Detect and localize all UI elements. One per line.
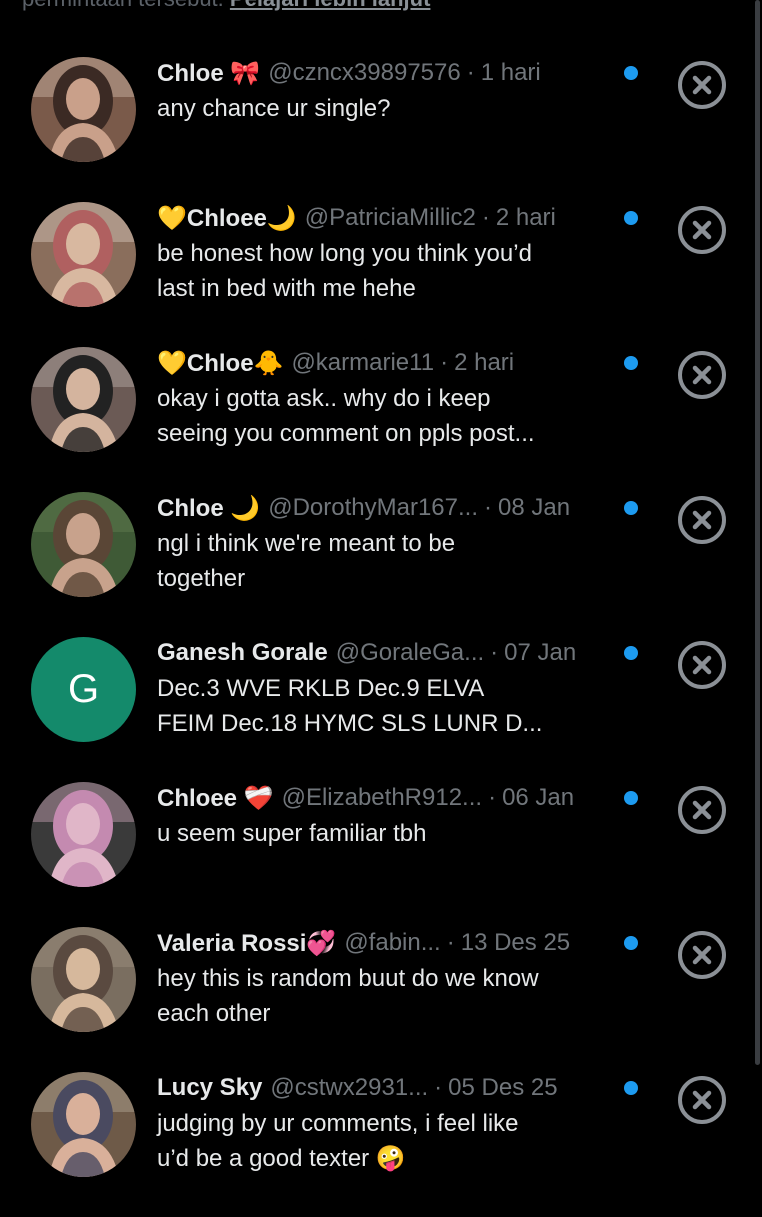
message-request-row[interactable]: Chloe 🎀 @czncx39897576 · 1 hari any chance u… xyxy=(0,57,762,202)
sender-name[interactable]: Valeria Rossi💞 xyxy=(157,929,336,958)
sender-handle: @fabin... xyxy=(344,929,441,956)
profile-photo-icon xyxy=(31,57,136,162)
timestamp: 06 Jan xyxy=(502,784,575,811)
scrollbar[interactable] xyxy=(755,0,760,1065)
avatar[interactable] xyxy=(31,347,136,452)
request-header: Chloe 🎀 @czncx39897576 · 1 hari xyxy=(157,57,617,89)
unread-dot-icon xyxy=(624,1081,638,1095)
sender-name[interactable]: Chloee ❤️‍🩹 xyxy=(157,784,274,813)
sender-name[interactable]: Chloe 🎀 xyxy=(157,59,260,88)
avatar[interactable] xyxy=(31,57,136,162)
avatar[interactable] xyxy=(31,202,136,307)
separator-dot: · xyxy=(481,204,490,231)
dismiss-request-button[interactable] xyxy=(676,929,728,981)
unread-dot-icon xyxy=(624,646,638,660)
separator-dot: · xyxy=(440,349,449,376)
sender-handle: @cstwx2931... xyxy=(270,1074,429,1101)
sender-name[interactable]: 💛Chloee🌙 xyxy=(157,204,297,233)
sender-handle: @karmarie11 xyxy=(291,349,435,376)
message-request-row[interactable]: 💛Chloee🌙 @PatriciaMillic2 · 2 hari be honest… xyxy=(0,202,762,347)
timestamp: 2 hari xyxy=(495,204,556,231)
close-circle-icon xyxy=(678,206,726,254)
separator-dot: · xyxy=(466,59,475,86)
message-request-row[interactable]: 💛Chloe🐥 @karmarie11 · 2 hari okay i gotta as… xyxy=(0,347,762,492)
profile-photo-icon xyxy=(31,347,136,452)
separator-dot: · xyxy=(490,639,499,666)
separator-dot: · xyxy=(446,929,455,956)
message-request-row[interactable]: Chloee ❤️‍🩹 @ElizabethR912... · 06 Jan u see… xyxy=(0,782,762,927)
avatar[interactable] xyxy=(31,492,136,597)
profile-photo-icon xyxy=(31,1072,136,1177)
message-request-row[interactable]: Lucy Sky @cstwx2931... · 05 Des 25 judging b… xyxy=(0,1072,762,1217)
dismiss-request-button[interactable] xyxy=(676,59,728,111)
dismiss-request-button[interactable] xyxy=(676,204,728,256)
request-header: Chloee ❤️‍🩹 @ElizabethR912... · 06 Jan xyxy=(157,782,617,814)
separator-dot: · xyxy=(488,784,497,811)
dismiss-request-button[interactable] xyxy=(676,639,728,691)
close-circle-icon xyxy=(678,1076,726,1124)
request-header: Valeria Rossi💞 @fabin... · 13 Des 25 xyxy=(157,927,617,959)
profile-photo-icon xyxy=(31,782,136,887)
message-preview: any chance ur single? xyxy=(157,95,391,122)
request-header: Chloe 🌙 @DorothyMar167... · 08 Jan xyxy=(157,492,617,524)
close-circle-icon xyxy=(678,496,726,544)
request-header: 💛Chloe🐥 @karmarie11 · 2 hari xyxy=(157,347,617,379)
message-request-row[interactable]: G Ganesh Gorale @GoraleGa... · 07 Jan Dec.3 W… xyxy=(0,637,762,782)
sender-name[interactable]: Lucy Sky xyxy=(157,1074,262,1102)
unread-dot-icon xyxy=(624,66,638,80)
sender-handle: @ElizabethR912... xyxy=(281,784,483,811)
timestamp: 08 Jan xyxy=(498,494,571,521)
close-circle-icon xyxy=(678,931,726,979)
timestamp: 1 hari xyxy=(480,59,541,86)
avatar[interactable]: G xyxy=(31,637,136,742)
close-circle-icon xyxy=(678,786,726,834)
message-request-row[interactable]: Valeria Rossi💞 @fabin... · 13 Des 25 hey thi… xyxy=(0,927,762,1072)
sender-handle: @GoraleGa... xyxy=(335,639,485,666)
close-circle-icon xyxy=(678,351,726,399)
sender-handle: @DorothyMar167... xyxy=(268,494,478,521)
timestamp: 2 hari xyxy=(454,349,515,376)
message-preview: u seem super familiar tbh xyxy=(157,820,427,847)
request-header: Ganesh Gorale @GoraleGa... · 07 Jan xyxy=(157,637,617,669)
message-preview: Dec.3 WVE RKLB Dec.9 ELVA FEIM Dec.18 HY… xyxy=(157,675,543,737)
timestamp: 05 Des 25 xyxy=(448,1074,558,1101)
unread-dot-icon xyxy=(624,211,638,225)
sender-handle: @PatriciaMillic2 xyxy=(304,204,476,231)
profile-photo-icon xyxy=(31,202,136,307)
separator-dot: · xyxy=(484,494,492,521)
message-preview: okay i gotta ask.. why do i keep seeing … xyxy=(157,385,535,447)
sender-name[interactable]: Chloe 🌙 xyxy=(157,494,260,523)
dismiss-request-button[interactable] xyxy=(676,1074,728,1126)
message-preview: hey this is random buut do we know each … xyxy=(157,965,539,1027)
message-request-list: Chloe 🎀 @czncx39897576 · 1 hari any chance u… xyxy=(0,0,762,1200)
timestamp: 07 Jan xyxy=(504,639,577,666)
timestamp: 13 Des 25 xyxy=(460,929,571,956)
profile-photo-icon xyxy=(31,927,136,1032)
unread-dot-icon xyxy=(624,356,638,370)
dismiss-request-button[interactable] xyxy=(676,349,728,401)
sender-name[interactable]: 💛Chloe🐥 xyxy=(157,349,283,378)
avatar[interactable] xyxy=(31,782,136,887)
sender-handle: @czncx39897576 xyxy=(268,59,461,86)
request-header: 💛Chloee🌙 @PatriciaMillic2 · 2 hari xyxy=(157,202,617,234)
message-preview: be honest how long you think you’d last … xyxy=(157,240,532,302)
sender-name[interactable]: Ganesh Gorale xyxy=(157,639,328,667)
close-circle-icon xyxy=(678,641,726,689)
message-request-row[interactable]: Chloe 🌙 @DorothyMar167... · 08 Jan ngl i thi… xyxy=(0,492,762,637)
avatar[interactable] xyxy=(31,1072,136,1177)
close-circle-icon xyxy=(678,61,726,109)
unread-dot-icon xyxy=(624,936,638,950)
unread-dot-icon xyxy=(624,501,638,515)
dismiss-request-button[interactable] xyxy=(676,784,728,836)
message-preview: judging by ur comments, i feel like u’d … xyxy=(157,1110,519,1172)
unread-dot-icon xyxy=(624,791,638,805)
dismiss-request-button[interactable] xyxy=(676,494,728,546)
request-header: Lucy Sky @cstwx2931... · 05 Des 25 xyxy=(157,1072,617,1104)
message-preview: ngl i think we're meant to be together xyxy=(157,530,456,592)
profile-photo-icon xyxy=(31,492,136,597)
separator-dot: · xyxy=(434,1074,443,1101)
avatar[interactable] xyxy=(31,927,136,1032)
